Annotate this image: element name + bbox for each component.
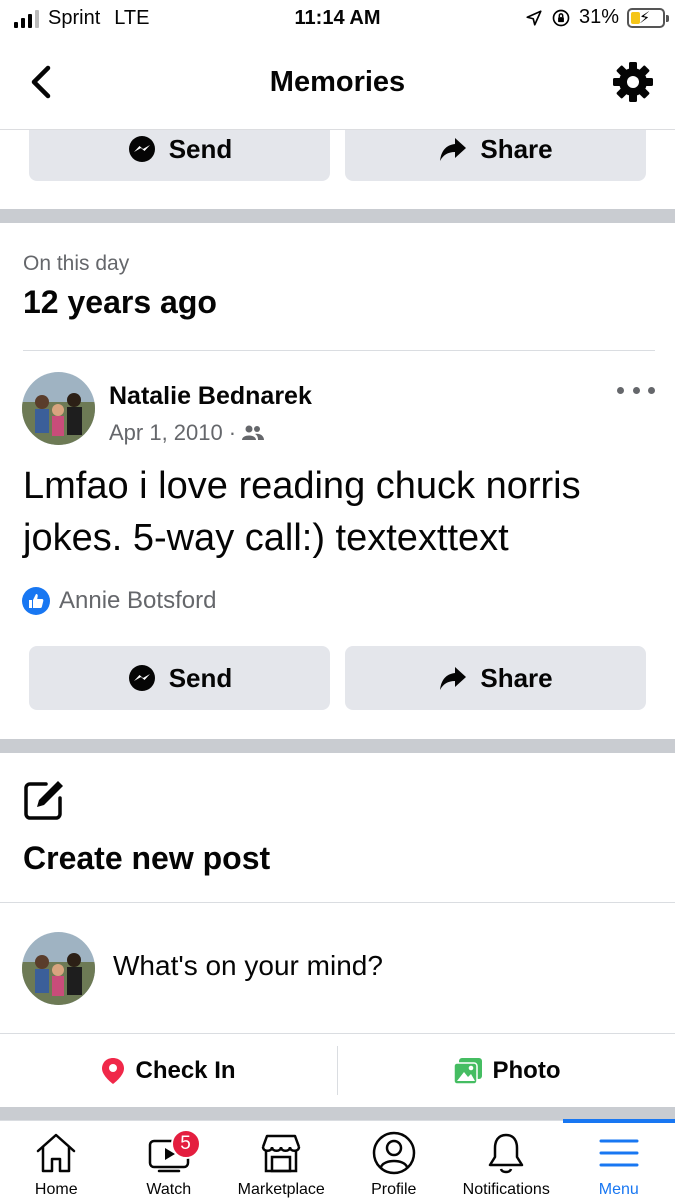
author-name[interactable]: Natalie Bednarek: [109, 382, 312, 411]
tab-home[interactable]: Home: [0, 1121, 113, 1200]
dot: [648, 386, 655, 394]
battery-icon: ⚡: [627, 7, 669, 28]
bell-icon: [489, 1133, 524, 1174]
photo-label: Photo: [492, 1056, 561, 1084]
tab-menu[interactable]: Menu: [562, 1119, 675, 1200]
network-type: LTE: [114, 7, 150, 29]
status-bar: Sprint LTE 11:14 AM 31% ⚡: [0, 0, 675, 38]
messenger-icon: [128, 665, 155, 691]
settings-button-overlay[interactable]: [611, 60, 655, 104]
tab-marketplace[interactable]: Marketplace: [225, 1121, 338, 1200]
tab-label: Notifications: [462, 1181, 550, 1198]
section-divider: [0, 209, 675, 223]
share-arrow-icon: [440, 138, 467, 161]
like-icon: [22, 587, 50, 615]
memory-send-button[interactable]: Send: [29, 646, 330, 710]
watch-notification-badge: 5: [170, 1129, 201, 1159]
tab-label: Home: [34, 1181, 78, 1198]
signal-icon: [14, 9, 39, 28]
send-label: Send: [168, 133, 233, 164]
create-post-title: Create new post: [23, 840, 271, 876]
tab-label: Watch: [146, 1181, 192, 1198]
post-options-row: Check In Photo: [0, 1033, 675, 1107]
share-label: Share: [480, 133, 553, 164]
tab-label: Profile: [371, 1181, 417, 1198]
carrier-name: Sprint: [48, 7, 101, 29]
memory-separator: [23, 350, 655, 351]
status-left: Sprint LTE: [14, 7, 149, 30]
check-in-button[interactable]: Check In: [0, 1034, 337, 1107]
menu-icon: [599, 1139, 639, 1167]
post-meta: Apr 1, 2010 ·: [109, 420, 265, 446]
photo-button[interactable]: Photo: [338, 1034, 675, 1107]
page-title-overlay: Memories: [269, 66, 406, 98]
location-icon: [526, 9, 542, 26]
photo-icon: [452, 1057, 482, 1085]
tab-label: Menu: [598, 1181, 639, 1198]
location-pin-icon: [102, 1057, 125, 1084]
memory-label: On this day: [23, 252, 130, 275]
reaction-user: Annie Botsford: [59, 587, 217, 614]
home-icon: [37, 1133, 76, 1173]
gear-icon: [613, 62, 653, 102]
dot: [632, 386, 640, 394]
post-text: Lmfao i love reading chuck norris jokes.…: [23, 465, 581, 559]
tab-profile[interactable]: Profile: [338, 1121, 451, 1200]
share-arrow-icon: [440, 667, 467, 690]
post-date[interactable]: Apr 1, 2010: [109, 420, 223, 446]
edit-icon: [22, 778, 66, 822]
profile-icon: [372, 1131, 415, 1175]
rotation-lock-icon: [552, 9, 570, 26]
section-divider: [0, 739, 675, 753]
header-overlay: Memories: [0, 38, 675, 130]
marketplace-icon: [262, 1134, 301, 1173]
dot: [617, 386, 624, 394]
tab-bar: Home 5 Watch Marketplace Profile Notific…: [0, 1119, 675, 1200]
author-avatar[interactable]: [22, 372, 95, 445]
more-options-button[interactable]: [617, 378, 655, 402]
memory-share-button[interactable]: Share: [345, 646, 646, 710]
messenger-icon: [128, 136, 155, 162]
tab-notifications[interactable]: Notifications: [450, 1121, 563, 1200]
tab-watch[interactable]: 5 Watch: [113, 1121, 226, 1200]
create-post-separator: [0, 902, 675, 903]
battery-percent: 31%: [578, 6, 619, 28]
send-label: Send: [168, 662, 233, 693]
friends-icon: [242, 425, 265, 440]
tab-label: Marketplace: [237, 1181, 325, 1198]
user-avatar[interactable]: [22, 932, 95, 1005]
check-in-label: Check In: [135, 1056, 236, 1084]
meta-separator: ·: [228, 420, 237, 445]
share-label: Share: [480, 662, 553, 693]
whats-on-your-mind-input[interactable]: What's on your mind?: [113, 950, 383, 982]
memory-years-ago: 12 years ago: [23, 284, 217, 320]
reaction-summary[interactable]: Annie Botsford: [22, 587, 216, 615]
memory-action-row: Send Share: [29, 646, 646, 710]
status-right: 31% ⚡: [525, 6, 669, 29]
